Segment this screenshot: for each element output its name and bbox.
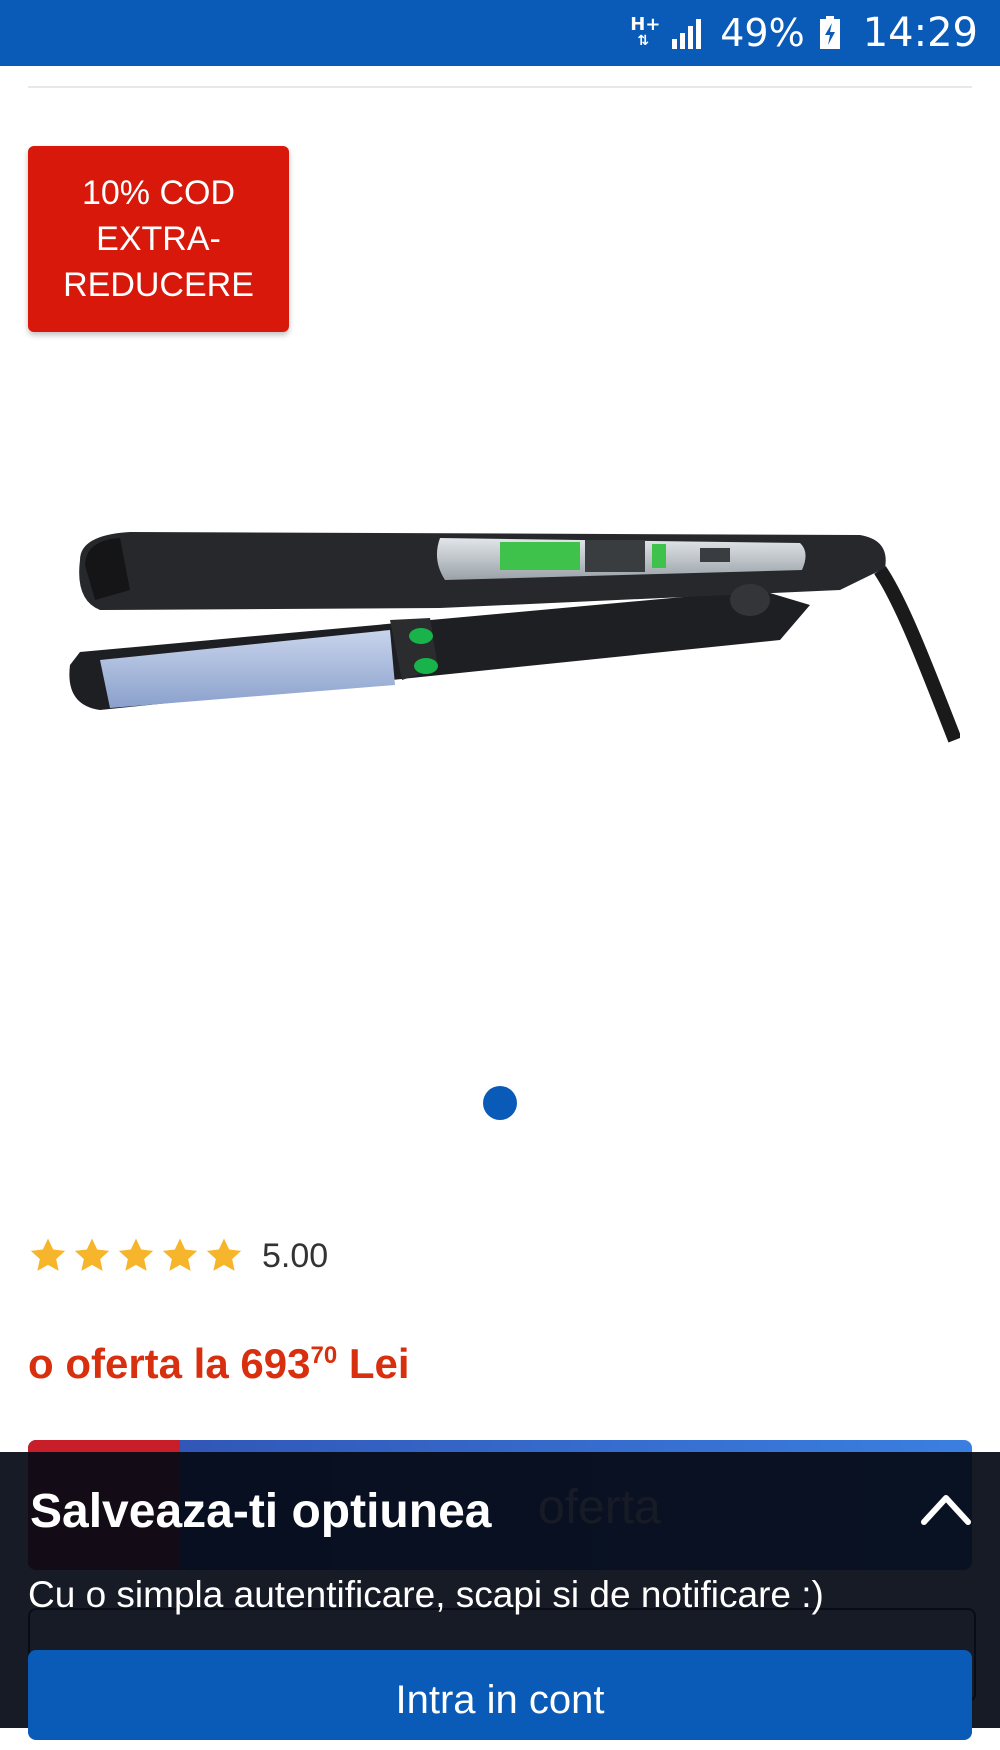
star-icon	[118, 1238, 154, 1271]
promo-badge: 10% COD EXTRA- REDUCERE	[28, 146, 289, 332]
sheet-title: Salveaza-ti optiunea	[30, 1485, 492, 1538]
signal-icon	[672, 19, 702, 49]
login-button[interactable]: Intra in cont	[28, 1650, 972, 1740]
star-icon	[30, 1238, 66, 1271]
carousel-indicator-dot[interactable]	[483, 1086, 517, 1120]
network-type-icon: H+ ⇅	[630, 14, 661, 50]
price-cents: 70	[310, 1342, 338, 1369]
header-divider	[28, 86, 972, 88]
battery-percent: 49%	[720, 11, 805, 55]
promo-text: 10% COD EXTRA- REDUCERE	[63, 170, 254, 308]
rating-score: 5.00	[262, 1236, 329, 1275]
network-type-label: H+	[630, 14, 661, 35]
clock: 14:29	[862, 10, 978, 56]
price-currency: Lei	[337, 1340, 410, 1387]
sheet-subtitle: Cu o simpla autentificare, scapi si de n…	[28, 1574, 824, 1615]
offer-prefix: o oferta la	[28, 1340, 241, 1387]
price-main: 693	[240, 1340, 311, 1387]
status-bar: H+ ⇅ 49% 14:29	[0, 0, 1000, 66]
product-rating: 5.00	[28, 1236, 328, 1276]
battery-charging-icon	[819, 16, 840, 49]
star-icon	[162, 1238, 198, 1271]
product-image[interactable]	[40, 440, 960, 800]
promo-line-2: EXTRA-	[96, 220, 221, 258]
promo-line-1: 10% COD	[81, 174, 236, 212]
offer-price[interactable]: o oferta la 69370 Lei	[28, 1340, 410, 1388]
promo-line-3: REDUCERE	[63, 266, 254, 304]
star-icon	[74, 1238, 110, 1271]
chevron-up-icon[interactable]	[918, 1486, 974, 1530]
star-icon	[206, 1238, 242, 1271]
